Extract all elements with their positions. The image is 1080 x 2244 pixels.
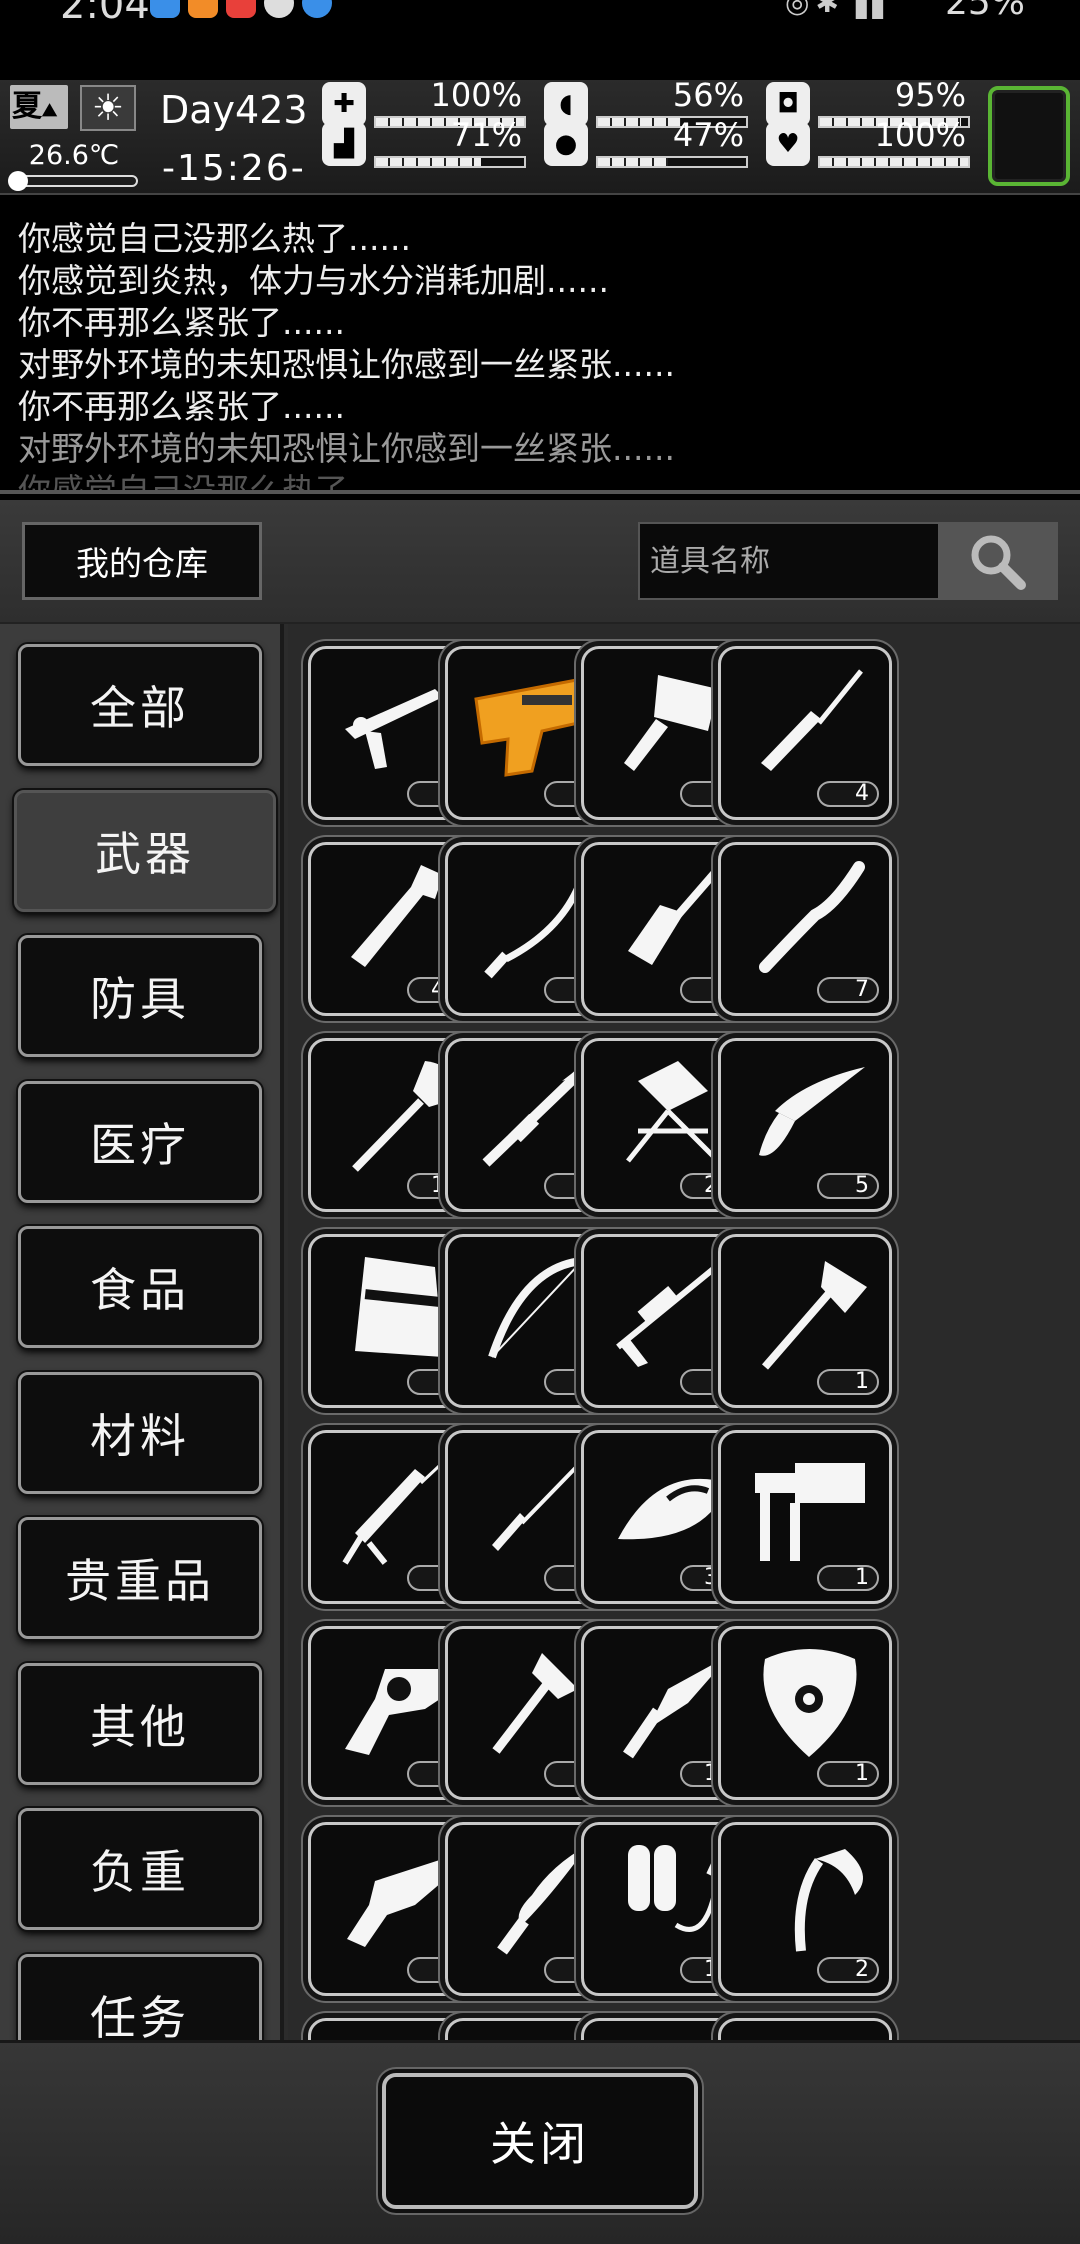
inventory-slot[interactable]: 1	[718, 1430, 892, 1604]
log-line: 对野外环境的未知恐惧让你感到一丝紧张......	[18, 345, 675, 384]
sickle-icon	[794, 1849, 863, 1952]
category-tab[interactable]: 防具	[18, 935, 262, 1057]
water-drop-icon: ●	[544, 122, 588, 166]
category-sidebar: 全部武器防具医疗食品材料贵重品其他负重任务	[0, 624, 284, 2040]
screwdriver-icon	[761, 669, 863, 771]
inventory-slot[interactable]: 1	[718, 1234, 892, 1408]
inventory-slot[interactable]: 2	[718, 1822, 892, 1996]
log-line: 你不再那么紧张了......	[18, 303, 345, 342]
sun-icon: ☀	[80, 85, 136, 131]
stat-value: 95%	[894, 76, 966, 114]
chat-icon	[264, 0, 294, 18]
item-count: 4	[817, 781, 879, 807]
log-line: 你不再那么紧张了......	[18, 387, 345, 426]
category-tab[interactable]: 食品	[18, 1226, 262, 1348]
thermometer-bulb-icon	[8, 171, 28, 191]
search-icon	[971, 535, 1026, 590]
inventory-slot[interactable]: 1	[718, 1626, 892, 1800]
category-tab[interactable]: 材料	[18, 1371, 262, 1494]
inventory-slot[interactable]	[718, 2018, 892, 2040]
log-line: 你感觉到炎热，体力与水分消耗加剧......	[18, 261, 609, 300]
stat-water: ● 47%	[544, 116, 754, 170]
day-counter: Day423	[160, 88, 308, 132]
stat-bar	[818, 156, 970, 168]
app-notification-icon	[226, 0, 256, 18]
round-shield-icon	[763, 1649, 857, 1757]
heart-icon: ♥	[766, 122, 810, 166]
stat-bar	[596, 156, 748, 168]
category-tab[interactable]: 贵重品	[18, 1517, 262, 1639]
category-tab[interactable]: 武器	[14, 789, 276, 912]
log-line: 你感觉自己没那么热了......	[18, 471, 411, 494]
battery-level: 25%	[944, 0, 1025, 23]
category-tab[interactable]: 全部	[18, 644, 262, 766]
category-tab[interactable]: 负重	[18, 1808, 262, 1930]
notification-icons	[150, 0, 332, 18]
stat-heart: ♥ 100%	[766, 116, 976, 170]
stat-bar	[374, 156, 526, 168]
axe-icon	[761, 1261, 867, 1370]
season-badge: 夏⛰	[10, 85, 68, 129]
item-count: 7	[817, 977, 879, 1003]
item-count: 2	[817, 1957, 879, 1983]
item-grid: 1114442371022252131723012815193172	[288, 624, 1080, 2040]
search-button[interactable]	[938, 524, 1056, 598]
stat-value: 47%	[672, 116, 744, 154]
category-tab[interactable]: 任务	[18, 1953, 262, 2040]
stat-value: 71%	[450, 116, 522, 154]
inventory-slot[interactable]: 7	[718, 842, 892, 1016]
app-notification-icon	[188, 0, 218, 18]
category-tab[interactable]: 医疗	[18, 1080, 262, 1203]
storage-panel: 我的仓库 全部武器防具医疗食品材料贵重品其他负重任务 1114442371022…	[0, 500, 1080, 2244]
item-count: 1	[817, 1565, 879, 1591]
app-notification-icon	[150, 0, 180, 18]
stat-value: 100%	[430, 76, 522, 114]
wooden-club-icon	[759, 861, 865, 973]
category-tab[interactable]: 其他	[18, 1662, 262, 1785]
nail-gun-icon	[755, 1463, 865, 1561]
inventory-slot[interactable]: 4	[718, 646, 892, 820]
storage-header: 我的仓库	[0, 500, 1080, 624]
status-time: 2:04	[60, 0, 150, 28]
foot-icon: ▟	[322, 122, 366, 166]
panel-footer: 关闭	[0, 2040, 1080, 2244]
log-line: 你感觉自己没那么热了......	[18, 219, 411, 258]
stat-value: 100%	[874, 116, 966, 154]
survival-hud: 夏⛰ ☀ 26.6℃ Day423 -15:26- ✚ 100% ◖ 56% ◘ 95% ▟…	[0, 76, 1080, 195]
item-count: 1	[817, 1369, 879, 1395]
signal-icons: ◎✱▐▌	[785, 0, 900, 19]
app-notification-icon	[302, 0, 332, 18]
stat-value: 56%	[672, 76, 744, 114]
log-line: 对野外环境的未知恐惧让你感到一丝紧张......	[18, 429, 675, 468]
search-input[interactable]	[640, 524, 940, 598]
search-box	[638, 522, 1058, 600]
item-count: 1	[817, 1761, 879, 1787]
stat-stamina: ▟ 71%	[322, 116, 532, 170]
game-clock: -15:26-	[162, 148, 306, 189]
quick-slot[interactable]	[988, 86, 1070, 186]
folding-knife-icon	[759, 1067, 865, 1156]
inventory-slot[interactable]: 5	[718, 1038, 892, 1212]
storage-title: 我的仓库	[22, 522, 262, 600]
item-count: 5	[817, 1173, 879, 1199]
message-log: 你感觉自己没那么热了...... 你感觉到炎热，体力与水分消耗加剧...... 你不…	[0, 196, 1080, 494]
close-button[interactable]: 关闭	[382, 2073, 698, 2209]
system-status-bar: 2:04 ◎✱▐▌ 25%	[0, 0, 1080, 30]
temperature-bar	[8, 171, 138, 191]
temperature: 26.6℃	[28, 140, 120, 171]
